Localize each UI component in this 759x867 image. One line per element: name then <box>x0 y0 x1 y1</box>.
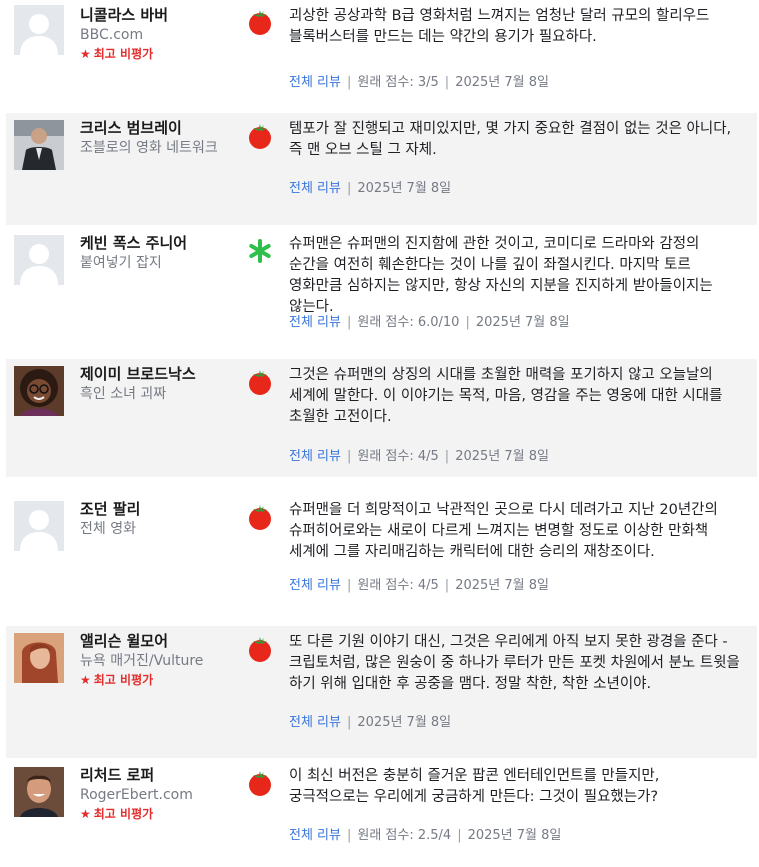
review-card: 앨리슨 윌모어 뉴욕 매거진/Vulture ★ 최고 비평가 또 다른 기원 이야기 … <box>6 626 757 758</box>
review-card: 크리스 범브레이 조블로의 영화 네트워크 템포가 잘 진행되고 재미있지만, 몇 … <box>6 113 757 225</box>
review-meta: 전체 리뷰 | 원래 점수: 4/5 | 2025년 7월 8일 <box>289 445 549 464</box>
top-critic-label: 최고 비평가 <box>93 673 154 687</box>
top-critic-label: 최고 비평가 <box>93 807 154 821</box>
review-quote: 슈퍼맨은 슈퍼맨의 진지함에 관한 것이고, 코미디로 드라마와 감정의 순간을… <box>289 236 713 315</box>
review-date: 2025년 7월 8일 <box>455 75 549 90</box>
rotten-splat-icon <box>246 237 274 265</box>
review-card: 조던 팔리 전체 영화 슈퍼맨을 더 희망적이고 낙관적인 곳으로 다시 데려가고 … <box>6 494 757 601</box>
full-review-link[interactable]: 전체 리뷰 <box>289 181 341 196</box>
fresh-tomato-icon <box>246 503 274 531</box>
full-review-link[interactable]: 전체 리뷰 <box>289 75 341 90</box>
critic-info: 앨리슨 윌모어 뉴욕 매거진/Vulture ★ 최고 비평가 <box>80 631 245 689</box>
review-meta: 전체 리뷰 | 원래 점수: 3/5 | 2025년 7월 8일 <box>289 71 549 90</box>
review-meta: 전체 리뷰 | 원래 점수: 4/5 | 2025년 7월 8일 <box>289 574 549 593</box>
meta-separator: | <box>346 315 352 330</box>
critic-name[interactable]: 크리스 범브레이 <box>80 118 245 138</box>
review-card: 니콜라스 바버 BBC.com ★ 최고 비평가 괴상한 공상과학 B급 영화처럼 느껴… <box>6 5 757 100</box>
fresh-tomato-icon <box>246 8 274 36</box>
publication-name[interactable]: 흑인 소녀 괴짜 <box>80 384 245 404</box>
review-date: 2025년 7월 8일 <box>357 181 452 196</box>
review-quote: 괴상한 공상과학 B급 영화처럼 느껴지는 엄청난 달러 규모의 할리우드 블록… <box>289 8 710 45</box>
meta-separator: | <box>346 449 352 464</box>
fresh-tomato-icon <box>246 635 274 663</box>
meta-separator: | <box>444 449 450 464</box>
publication-name[interactable]: BBC.com <box>80 25 245 45</box>
full-review-link[interactable]: 전체 리뷰 <box>289 578 341 593</box>
critic-name[interactable]: 앨리슨 윌모어 <box>80 631 245 651</box>
publication-name[interactable]: 조블로의 영화 네트워크 <box>80 138 245 158</box>
fresh-tomato-icon <box>246 769 274 797</box>
review-meta: 전체 리뷰 | 원래 점수: 2.5/4 | 2025년 7월 8일 <box>289 824 561 843</box>
full-review-link[interactable]: 전체 리뷰 <box>289 715 341 730</box>
star-icon: ★ <box>80 807 91 821</box>
review-date: 2025년 7월 8일 <box>357 715 452 730</box>
meta-separator: | <box>346 828 352 843</box>
top-critic-badge: ★ 최고 비평가 <box>80 671 245 689</box>
original-score: 원래 점수: 3/5 <box>357 75 439 90</box>
review-meta: 전체 리뷰 | 2025년 7월 8일 <box>289 177 451 196</box>
star-icon: ★ <box>80 673 91 687</box>
review-quote: 슈퍼맨을 더 희망적이고 낙관적인 곳으로 다시 데려가고 지난 20년간의 슈… <box>289 502 718 560</box>
critic-info: 제이미 브로드낙스 흑인 소녀 괴짜 <box>80 364 245 404</box>
original-score: 원래 점수: 4/5 <box>357 578 439 593</box>
critic-name[interactable]: 조던 팔리 <box>80 499 245 519</box>
critic-info: 케빈 폭스 주니어 붙여넣기 잡지 <box>80 233 245 273</box>
meta-separator: | <box>346 715 352 730</box>
meta-separator: | <box>444 75 450 90</box>
meta-separator: | <box>346 578 352 593</box>
critic-info: 니콜라스 바버 BBC.com ★ 최고 비평가 <box>80 5 245 63</box>
full-review-link[interactable]: 전체 리뷰 <box>289 828 341 843</box>
critic-name[interactable]: 케빈 폭스 주니어 <box>80 233 245 253</box>
critic-info: 크리스 범브레이 조블로의 영화 네트워크 <box>80 118 245 158</box>
meta-separator: | <box>457 828 462 843</box>
review-date: 2025년 7월 8일 <box>455 449 549 464</box>
review-date: 2025년 7월 8일 <box>467 828 562 843</box>
top-critic-badge: ★ 최고 비평가 <box>80 45 245 63</box>
original-score: 원래 점수: 4/5 <box>357 449 439 464</box>
fresh-tomato-icon <box>246 368 274 396</box>
critic-avatar[interactable] <box>14 120 64 170</box>
review-card: 제이미 브로드낙스 흑인 소녀 괴짜 그것은 슈퍼맨의 상징의 시대를 초월한 매력… <box>6 359 757 477</box>
review-card: 케빈 폭스 주니어 붙여넣기 잡지 슈퍼맨은 슈퍼맨의 진지함에 관한 것이고, 코… <box>6 228 757 351</box>
original-score: 원래 점수: 6.0/10 <box>357 315 460 330</box>
review-date: 2025년 7월 8일 <box>475 315 570 330</box>
critic-name[interactable]: 니콜라스 바버 <box>80 5 245 25</box>
critic-name[interactable]: 리처드 로퍼 <box>80 765 245 785</box>
publication-name[interactable]: RogerEbert.com <box>80 785 245 805</box>
review-quote: 또 다른 기원 이야기 대신, 그것은 우리에게 아직 보지 못한 광경을 준다… <box>289 634 740 692</box>
critic-name[interactable]: 제이미 브로드낙스 <box>80 364 245 384</box>
critic-avatar[interactable] <box>14 501 64 551</box>
meta-separator: | <box>346 181 352 196</box>
full-review-link[interactable]: 전체 리뷰 <box>289 449 341 464</box>
review-quote: 템포가 잘 진행되고 재미있지만, 몇 가지 중요한 결점이 없는 것은 아니다… <box>289 121 732 158</box>
critic-info: 리처드 로퍼 RogerEbert.com ★ 최고 비평가 <box>80 765 245 823</box>
critic-avatar[interactable] <box>14 366 64 416</box>
original-score: 원래 점수: 2.5/4 <box>357 828 452 843</box>
meta-separator: | <box>346 75 352 90</box>
meta-separator: | <box>444 578 450 593</box>
review-date: 2025년 7월 8일 <box>455 578 549 593</box>
critic-avatar[interactable] <box>14 767 64 817</box>
top-critic-label: 최고 비평가 <box>93 47 154 61</box>
review-meta: 전체 리뷰 | 원래 점수: 6.0/10 | 2025년 7월 8일 <box>289 311 570 330</box>
critic-avatar[interactable] <box>14 235 64 285</box>
review-quote: 그것은 슈퍼맨의 상징의 시대를 초월한 매력을 포기하지 않고 오늘날의 세계… <box>289 367 723 425</box>
critic-avatar[interactable] <box>14 633 64 683</box>
critic-avatar[interactable] <box>14 5 64 55</box>
publication-name[interactable]: 붙여넣기 잡지 <box>80 253 245 273</box>
meta-separator: | <box>465 315 470 330</box>
review-card: 리처드 로퍼 RogerEbert.com ★ 최고 비평가 이 최신 버전은 충분히 … <box>6 760 757 867</box>
fresh-tomato-icon <box>246 122 274 150</box>
review-quote: 이 최신 버전은 충분히 즐거운 팝콘 엔터테인먼트를 만들지만, 궁극적으로는… <box>289 768 660 805</box>
top-critic-badge: ★ 최고 비평가 <box>80 805 245 823</box>
star-icon: ★ <box>80 47 91 61</box>
publication-name[interactable]: 뉴욕 매거진/Vulture <box>80 651 245 671</box>
publication-name[interactable]: 전체 영화 <box>80 519 245 539</box>
review-meta: 전체 리뷰 | 2025년 7월 8일 <box>289 711 451 730</box>
full-review-link[interactable]: 전체 리뷰 <box>289 315 341 330</box>
critic-info: 조던 팔리 전체 영화 <box>80 499 245 539</box>
